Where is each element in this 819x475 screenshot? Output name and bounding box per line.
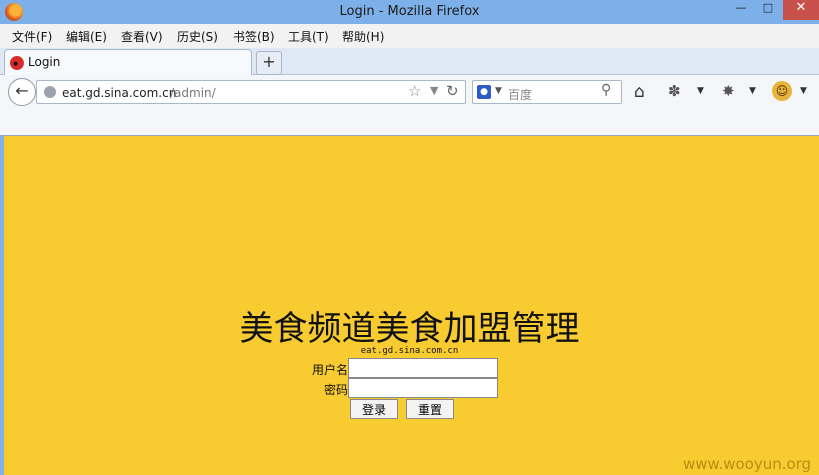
- search-input[interactable]: 百度: [508, 86, 532, 103]
- minimize-button[interactable]: —: [728, 0, 754, 20]
- username-label: 用户名: [311, 363, 348, 377]
- search-engine-dropdown-icon[interactable]: ▼: [495, 86, 502, 96]
- menu-file[interactable]: 文件(F): [12, 28, 52, 45]
- maximize-button[interactable]: □: [755, 0, 781, 20]
- menu-history[interactable]: 历史(S): [177, 28, 218, 45]
- globe-icon: [44, 86, 56, 98]
- extension-icon[interactable]: ✸: [722, 82, 735, 100]
- menu-view[interactable]: 查看(V): [121, 28, 163, 45]
- menu-help[interactable]: 帮助(H): [342, 28, 384, 45]
- extension-dropdown-icon[interactable]: ▼: [749, 86, 756, 96]
- page-domain-caption: eat.gd.sina.com.cn: [360, 346, 459, 356]
- menu-tools[interactable]: 工具(T): [288, 28, 329, 45]
- page-title: 美食频道美食加盟管理: [239, 309, 580, 349]
- extension-dropdown-icon[interactable]: ▼: [697, 86, 704, 96]
- bookmarks-toolbar: [0, 109, 819, 136]
- reload-icon[interactable]: ↻: [446, 82, 459, 100]
- weibo-favicon-icon: [10, 56, 24, 70]
- watermark-text: www.wooyun.org: [683, 455, 812, 473]
- smiley-icon[interactable]: ☺: [772, 81, 792, 101]
- close-button[interactable]: ✕: [783, 0, 819, 20]
- star-icon[interactable]: ☆: [408, 82, 421, 100]
- extension-dropdown-icon[interactable]: ▼: [800, 86, 807, 96]
- home-icon[interactable]: ⌂: [634, 82, 645, 102]
- back-arrow-icon[interactable]: ←: [8, 78, 36, 106]
- url-host: eat.gd.sina.com.cn: [62, 86, 177, 100]
- magnifier-icon[interactable]: ⚲: [601, 82, 611, 98]
- baidu-paw-icon[interactable]: ●: [477, 85, 491, 99]
- reset-button[interactable]: 重置: [406, 399, 454, 419]
- window-title: Login - Mozilla Firefox: [339, 4, 480, 19]
- extension-icon[interactable]: ✽: [668, 82, 681, 100]
- url-path: /admin/: [170, 86, 216, 100]
- menu-edit[interactable]: 编辑(E): [66, 28, 107, 45]
- password-label: 密码: [323, 383, 348, 397]
- password-input[interactable]: [348, 378, 498, 398]
- menu-bookmarks[interactable]: 书签(B): [233, 28, 275, 45]
- login-button[interactable]: 登录: [350, 399, 398, 419]
- dropdown-icon[interactable]: ▼: [430, 84, 438, 97]
- tab-label: Login: [28, 55, 61, 69]
- username-input[interactable]: [348, 358, 498, 378]
- new-tab-button[interactable]: +: [256, 51, 282, 75]
